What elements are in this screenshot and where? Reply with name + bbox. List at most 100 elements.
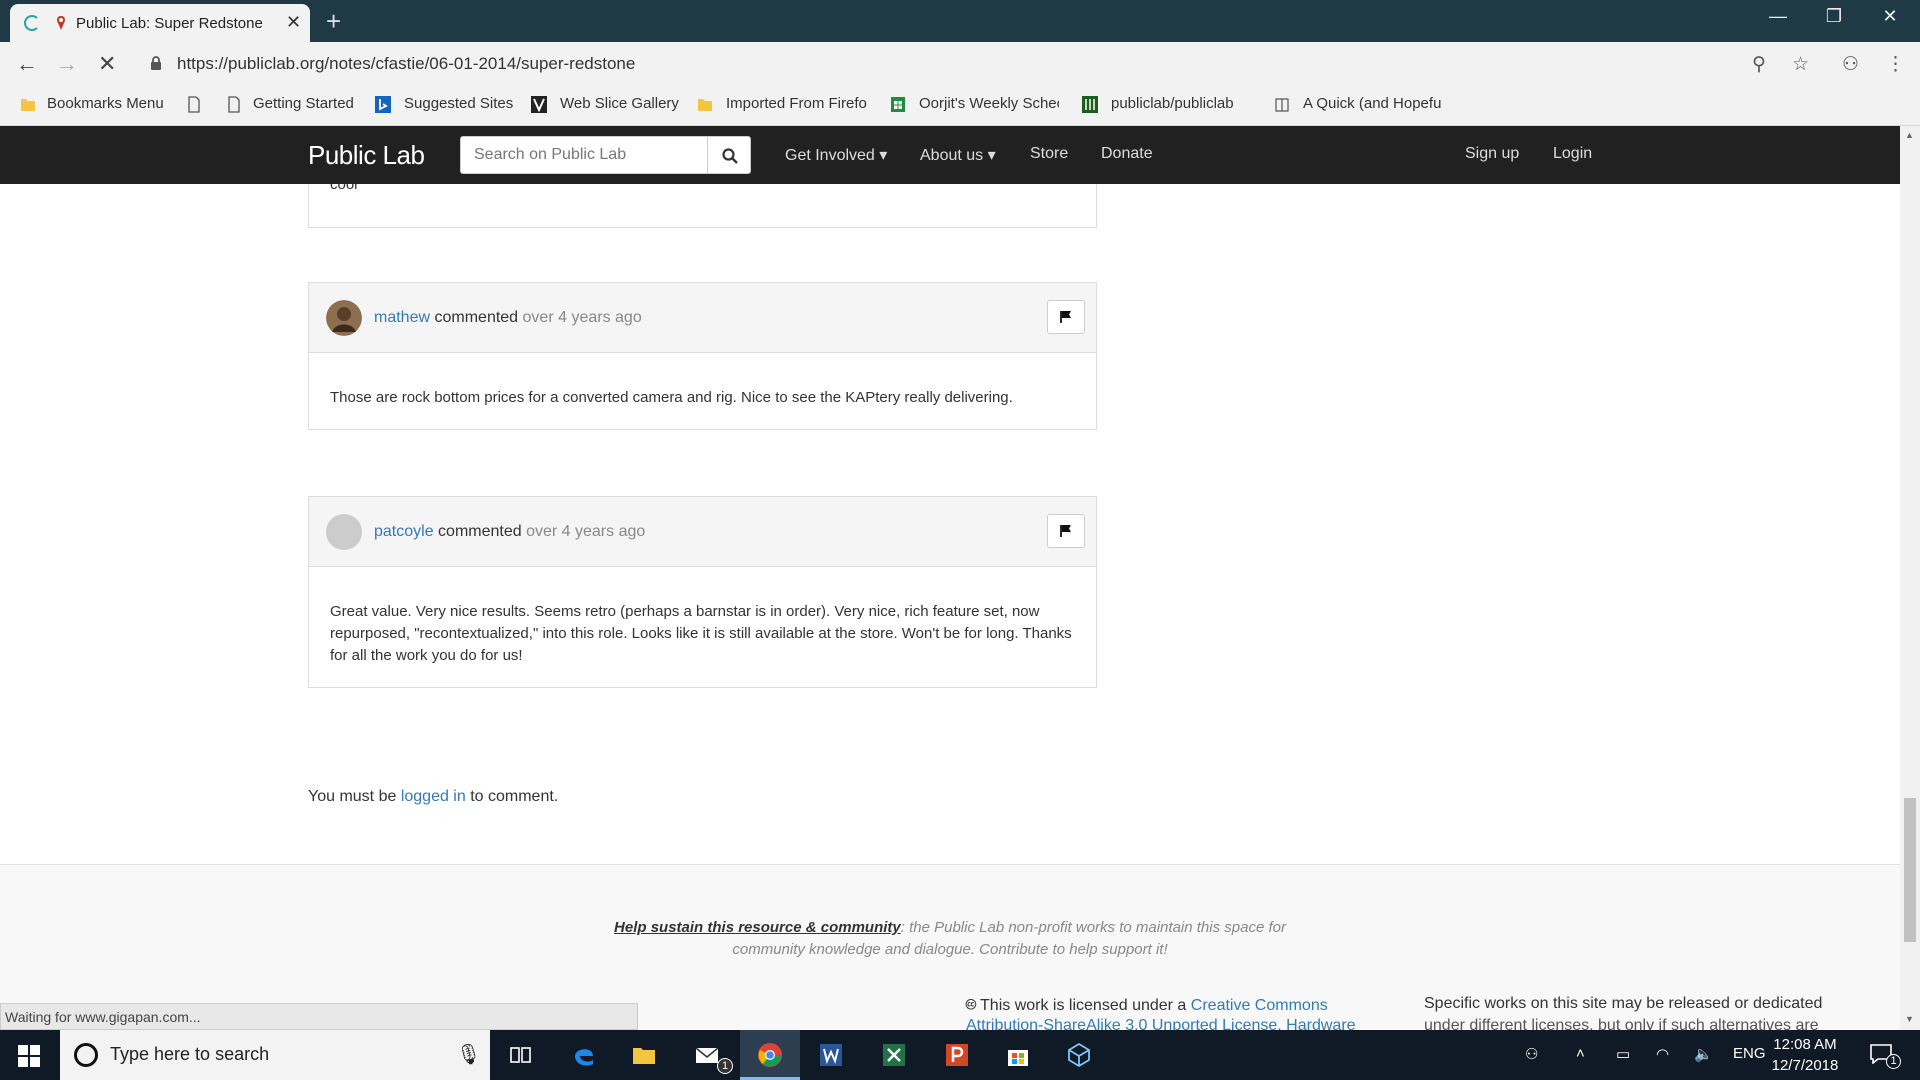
- site-search-input[interactable]: Search on Public Lab: [460, 136, 708, 174]
- extension-icon[interactable]: ⚇: [1842, 53, 1859, 76]
- mail-taskbar-button[interactable]: 1: [677, 1030, 737, 1080]
- page-icon[interactable]: [186, 96, 202, 113]
- word-taskbar-button[interactable]: [801, 1030, 861, 1080]
- url-field[interactable]: https://publiclab.org/notes/cfastie/06-0…: [177, 54, 635, 74]
- bookmark-item[interactable]: Oorjit's Weekly Schec: [919, 95, 1059, 112]
- back-arrow-icon[interactable]: ←: [16, 51, 38, 77]
- powerpoint-icon: [946, 1044, 968, 1066]
- avatar[interactable]: [326, 514, 362, 550]
- chrome-icon: [758, 1043, 782, 1067]
- wifi-icon[interactable]: ◠: [1656, 1045, 1669, 1063]
- comment-card: mathew commented over 4 years ago Those …: [308, 282, 1097, 430]
- bookmark-star-icon[interactable]: ☆: [1792, 53, 1809, 76]
- chrome-taskbar-button[interactable]: [740, 1030, 800, 1080]
- edge-taskbar-button[interactable]: [554, 1030, 614, 1080]
- site-brand[interactable]: Public Lab: [308, 140, 425, 171]
- browser-tab[interactable]: Public Lab: Super Redstone ✕: [10, 4, 310, 42]
- avatar[interactable]: [326, 300, 362, 336]
- comment-author-link[interactable]: patcoyle: [374, 523, 434, 540]
- file-explorer-taskbar-button[interactable]: [614, 1030, 674, 1080]
- nav-store[interactable]: Store: [1030, 145, 1068, 163]
- powerpoint-taskbar-button[interactable]: [927, 1030, 987, 1080]
- windows-start-icon[interactable]: [18, 1045, 40, 1067]
- bookmark-item[interactable]: A Quick (and Hopefu: [1303, 95, 1445, 112]
- scroll-down-icon[interactable]: ▼: [1905, 1014, 1914, 1024]
- stop-loading-icon[interactable]: ✕: [98, 51, 116, 77]
- 3d-viewer-taskbar-button[interactable]: [1049, 1030, 1109, 1080]
- flag-button[interactable]: [1047, 300, 1085, 334]
- tab-title: Public Lab: Super Redstone: [76, 15, 263, 32]
- comment-meta: mathew commented over 4 years ago: [374, 309, 642, 326]
- cortana-icon: [74, 1043, 98, 1067]
- task-view-button[interactable]: [490, 1030, 550, 1080]
- flag-button[interactable]: [1047, 514, 1085, 548]
- action-center-button[interactable]: 1: [1866, 1040, 1906, 1070]
- cc-icon: 🅭: [966, 997, 976, 1014]
- flag-icon: [1060, 525, 1071, 537]
- nav-about-us[interactable]: About us ▾: [920, 145, 996, 165]
- nav-sign-up[interactable]: Sign up: [1465, 145, 1519, 163]
- creative-commons-link[interactable]: Creative Commons: [1191, 997, 1328, 1014]
- bookmark-item[interactable]: Web Slice Gallery: [560, 95, 679, 112]
- battery-icon[interactable]: ▭: [1616, 1045, 1630, 1063]
- previous-comment-card: cool: [308, 184, 1097, 228]
- folder-icon: [21, 99, 35, 111]
- book-icon: [1275, 98, 1289, 112]
- comment-time[interactable]: over 4 years ago: [526, 523, 645, 540]
- language-indicator[interactable]: ENG: [1733, 1045, 1766, 1062]
- close-window-button[interactable]: ✕: [1867, 6, 1913, 27]
- site-search-button[interactable]: [707, 136, 751, 174]
- comment-body: Those are rock bottom prices for a conve…: [330, 389, 1013, 406]
- zoom-icon[interactable]: ⚲: [1752, 53, 1766, 76]
- site-navbar: Public Lab Search on Public Lab Get Invo…: [0, 126, 1900, 184]
- taskbar-clock[interactable]: 12:08 AM 12/7/2018: [1768, 1034, 1842, 1076]
- lock-icon: [151, 56, 161, 70]
- menu-dots-icon[interactable]: ⋮: [1886, 53, 1905, 76]
- comment-header: patcoyle commented over 4 years ago: [309, 497, 1096, 567]
- nav-get-involved[interactable]: Get Involved ▾: [785, 145, 887, 165]
- login-prompt: You must be logged in to comment.: [308, 788, 559, 805]
- comment-author-link[interactable]: mathew: [374, 309, 430, 326]
- show-hidden-icons-icon[interactable]: ˄: [1576, 1045, 1585, 1062]
- minimize-button[interactable]: —: [1755, 6, 1801, 27]
- bookmark-item[interactable]: Getting Started: [253, 95, 354, 112]
- nav-donate[interactable]: Donate: [1101, 145, 1153, 163]
- comment-card: patcoyle commented over 4 years ago Grea…: [308, 496, 1097, 688]
- volume-icon[interactable]: 🔈: [1694, 1045, 1713, 1063]
- clock-date: 12/7/2018: [1771, 1057, 1839, 1074]
- store-taskbar-button[interactable]: [988, 1030, 1048, 1080]
- license-link-line2[interactable]: Attribution-ShareAlike 3.0 Unported Lice…: [966, 1017, 1356, 1030]
- page-scrollbar[interactable]: ▲ ▼: [1900, 126, 1920, 1030]
- tab-close-icon[interactable]: ✕: [286, 12, 301, 33]
- scroll-up-icon[interactable]: ▲: [1905, 130, 1914, 140]
- bookmark-item[interactable]: Bookmarks Menu: [47, 95, 164, 112]
- restore-button[interactable]: ❐: [1811, 6, 1857, 27]
- search-icon: [722, 148, 738, 164]
- new-tab-button[interactable]: +: [326, 6, 341, 37]
- microphone-icon[interactable]: 🎙: [456, 1042, 481, 1067]
- comment-time[interactable]: over 4 years ago: [523, 309, 642, 326]
- main-content: cool mathew commented over 4 years ago T…: [0, 184, 1900, 1030]
- sustain-message: Help sustain this resource & community: …: [614, 919, 1286, 958]
- logged-in-link[interactable]: logged in: [401, 788, 466, 805]
- taskbar-search[interactable]: Type here to search 🎙: [60, 1030, 490, 1080]
- specific-works-text: Specific works on this site may be relea…: [1424, 995, 1823, 1012]
- people-icon[interactable]: ⚇: [1525, 1045, 1538, 1063]
- scroll-thumb[interactable]: [1904, 798, 1916, 942]
- clock-time: 12:08 AM: [1773, 1036, 1837, 1053]
- comment-meta: patcoyle commented over 4 years ago: [374, 523, 646, 540]
- forward-arrow-icon[interactable]: →: [56, 51, 78, 77]
- sustain-link[interactable]: Help sustain this resource & community: [614, 919, 901, 936]
- comment-body: cool: [330, 184, 358, 193]
- bookmark-item[interactable]: Imported From Firefo: [726, 95, 867, 112]
- nav-login[interactable]: Login: [1553, 145, 1592, 163]
- browser-tab-strip: Public Lab: Super Redstone ✕ + — ❐ ✕: [0, 0, 1920, 42]
- excel-taskbar-button[interactable]: [864, 1030, 924, 1080]
- bookmark-item[interactable]: Suggested Sites: [404, 95, 513, 112]
- edge-icon: [575, 1049, 593, 1066]
- bookmarks-bar: Bookmarks Menu Getting Started Suggested…: [0, 86, 1920, 126]
- sheets-icon: [891, 97, 905, 112]
- bookmark-item[interactable]: publiclab/publiclab: [1111, 95, 1251, 112]
- specific-works-text-line2: under different licenses, but only if su…: [1424, 1017, 1819, 1030]
- license-text: 🅭 This work is licensed under a Creative…: [966, 997, 1328, 1014]
